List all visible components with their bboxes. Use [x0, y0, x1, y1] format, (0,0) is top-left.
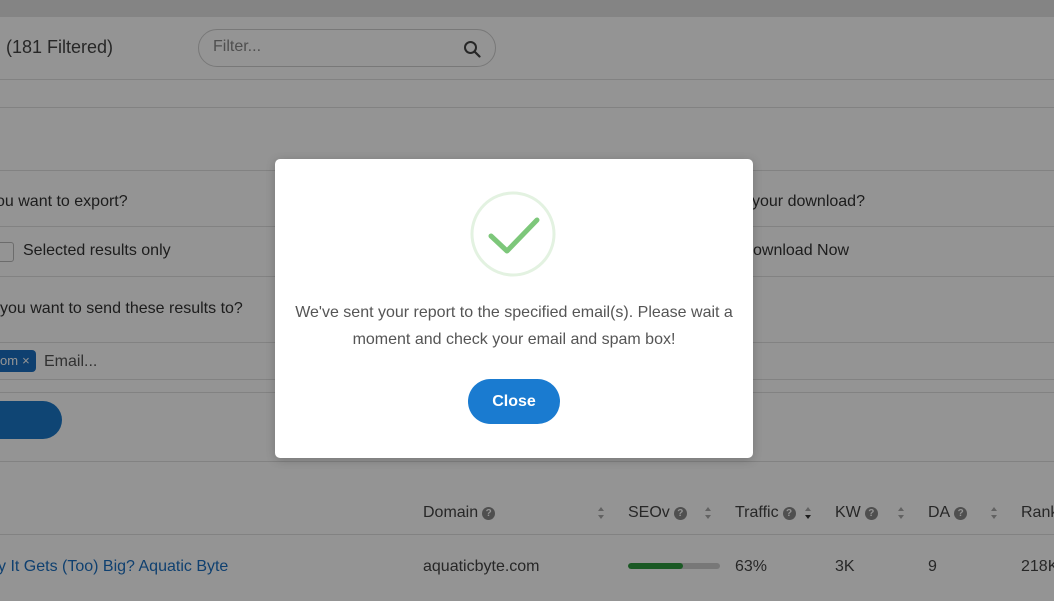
- close-button[interactable]: Close: [468, 379, 560, 424]
- modal-message: We've sent your report to the specified …: [295, 304, 733, 348]
- checkmark-icon: [470, 191, 556, 277]
- success-modal: We've sent your report to the specified …: [275, 159, 753, 458]
